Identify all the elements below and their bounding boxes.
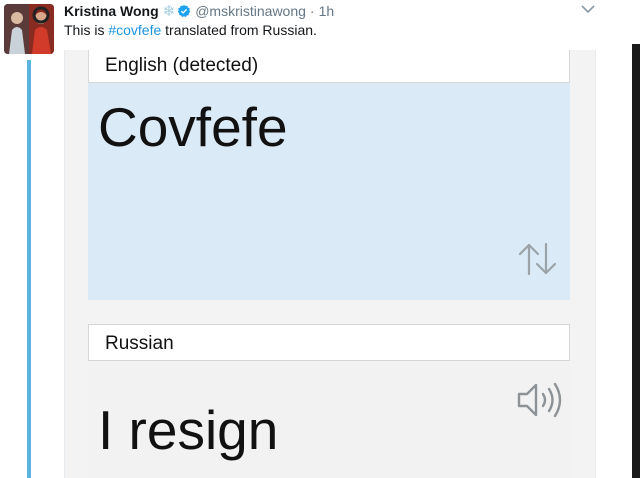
handle[interactable]: @mskristinawong xyxy=(195,3,306,19)
tweet-text-after: translated from Russian. xyxy=(161,22,317,38)
avatar[interactable] xyxy=(4,4,54,54)
display-name[interactable]: Kristina Wong xyxy=(64,3,159,19)
chevron-down-icon[interactable] xyxy=(580,2,596,16)
target-language-label: Russian xyxy=(105,333,174,354)
speaker-icon xyxy=(517,382,562,418)
hashtag-link[interactable]: #covfefe xyxy=(108,22,161,38)
separator: · xyxy=(309,3,315,19)
target-text: I resign xyxy=(98,399,279,461)
target-language-bar: Russian xyxy=(88,324,570,361)
snowflake-icon: ❄ xyxy=(162,2,176,20)
source-language-bar: English (detected) xyxy=(88,50,570,83)
timestamp[interactable]: 1h xyxy=(319,3,335,19)
swap-arrows-icon xyxy=(518,242,557,276)
tweet-text-before: This is xyxy=(64,22,109,38)
thread-line xyxy=(27,60,31,478)
page-edge xyxy=(632,44,640,478)
tweet-text: This is #covfefe translated from Russian… xyxy=(64,22,317,38)
source-text: Covfefe xyxy=(98,96,288,158)
source-language-label: English (detected) xyxy=(105,55,259,76)
verified-badge-icon xyxy=(177,4,191,18)
tweet-header: Kristina Wong ❄ @mskristinawong · 1h xyxy=(64,2,334,20)
